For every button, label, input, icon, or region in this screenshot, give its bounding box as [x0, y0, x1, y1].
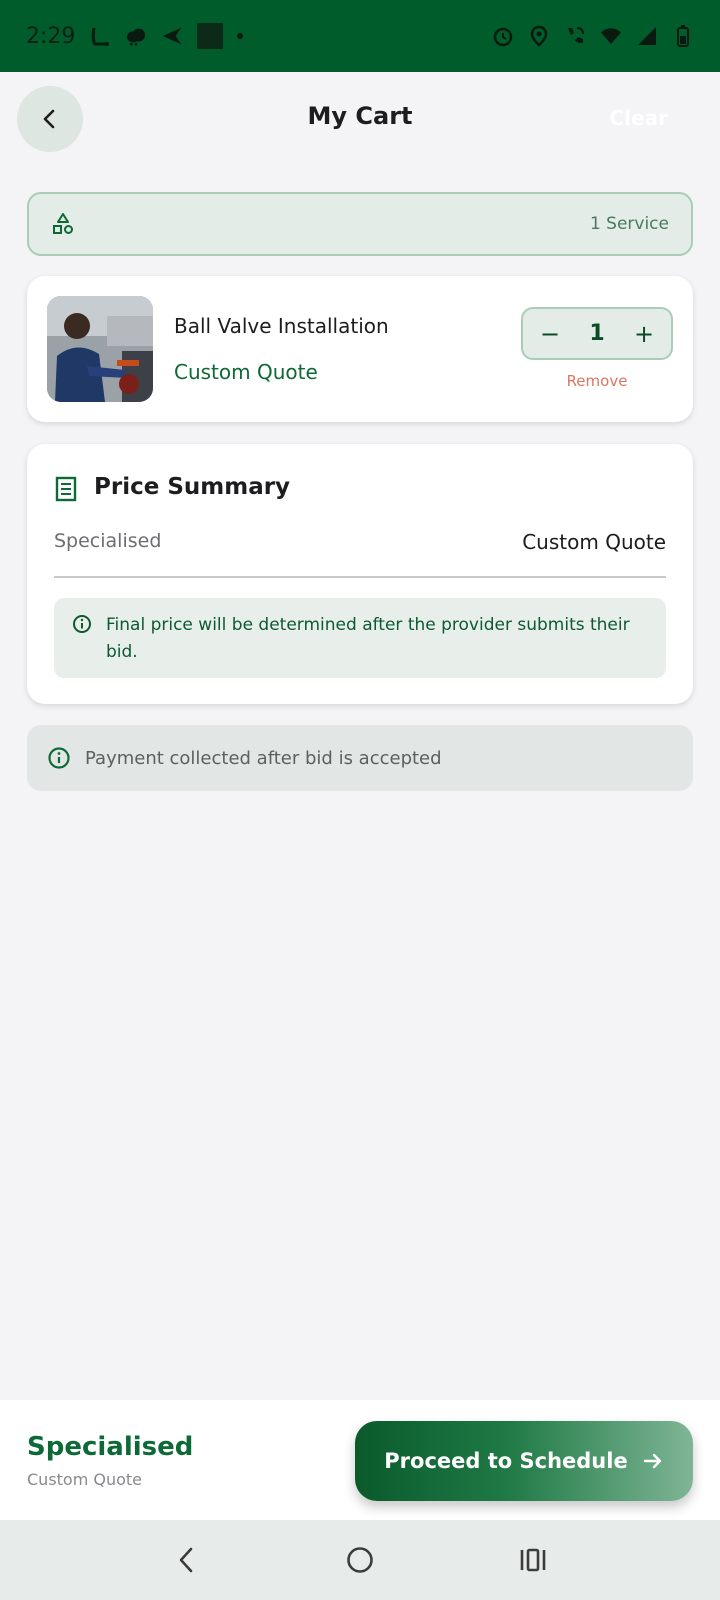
status-time: 2:29 [26, 23, 76, 49]
bid-notice: Final price will be determined after the… [54, 598, 666, 678]
send-icon [163, 27, 182, 45]
service-count-bar: 1 Service [27, 192, 693, 256]
proceed-label: Proceed to Schedule [384, 1449, 628, 1473]
payment-note: Payment collected after bid is accepted [27, 725, 693, 791]
summary-line-label: Specialised [54, 530, 162, 552]
battery-icon [677, 25, 689, 47]
nav-home-button[interactable] [340, 1540, 380, 1580]
location-icon [530, 25, 548, 47]
shapes-icon [53, 213, 73, 234]
alarm-icon [493, 27, 513, 47]
status-bar: 2:29 [0, 0, 720, 72]
nav-home-icon [347, 1547, 373, 1573]
checkout-subtitle: Custom Quote [27, 1470, 143, 1489]
bid-notice-text: Final price will be determined after the… [106, 615, 630, 662]
increment-button[interactable]: + [631, 320, 657, 348]
remove-button[interactable]: Remove [521, 372, 673, 390]
square-app-icon [197, 23, 224, 49]
decrement-button[interactable]: − [537, 320, 563, 348]
nav-back-button[interactable] [167, 1540, 207, 1580]
nav-back-icon [179, 1547, 192, 1573]
payment-note-text: Payment collected after bid is accepted [85, 747, 442, 769]
service-thumbnail [47, 296, 153, 402]
nav-recents-button[interactable] [513, 1540, 553, 1580]
service-price: Custom Quote [174, 360, 318, 384]
receipt-icon [55, 476, 77, 502]
cart-item-card: Ball Valve Installation Custom Quote − 1… [27, 276, 693, 422]
price-summary-card: Price Summary Specialised Custom Quote F… [27, 444, 693, 704]
system-nav-bar [0, 1520, 720, 1600]
notification-l-icon [92, 27, 110, 46]
arrow-right-icon [643, 1453, 661, 1469]
checkout-title: Specialised [27, 1432, 194, 1462]
summary-line-value: Custom Quote [522, 530, 666, 554]
summary-divider [54, 576, 666, 578]
info-icon [73, 615, 91, 633]
service-name: Ball Valve Installation [174, 314, 389, 338]
signal-icon [638, 27, 656, 45]
cloud-icon [127, 28, 146, 46]
wifi-icon [600, 28, 622, 45]
info-icon [48, 747, 70, 769]
checkout-bar: Specialised Custom Quote Proceed to Sche… [0, 1400, 720, 1520]
header: My Cart Clear [0, 84, 720, 152]
dot-icon [237, 33, 244, 39]
quantity-stepper: − 1 + [521, 307, 673, 360]
nav-recents-icon [521, 1548, 546, 1572]
price-summary-title: Price Summary [94, 474, 291, 500]
clear-button[interactable]: Clear [610, 106, 668, 130]
proceed-to-schedule-button[interactable]: Proceed to Schedule [355, 1421, 693, 1501]
service-count: 1 Service [589, 214, 669, 234]
wifi-calling-icon [568, 27, 584, 44]
quantity-value: 1 [589, 321, 605, 346]
